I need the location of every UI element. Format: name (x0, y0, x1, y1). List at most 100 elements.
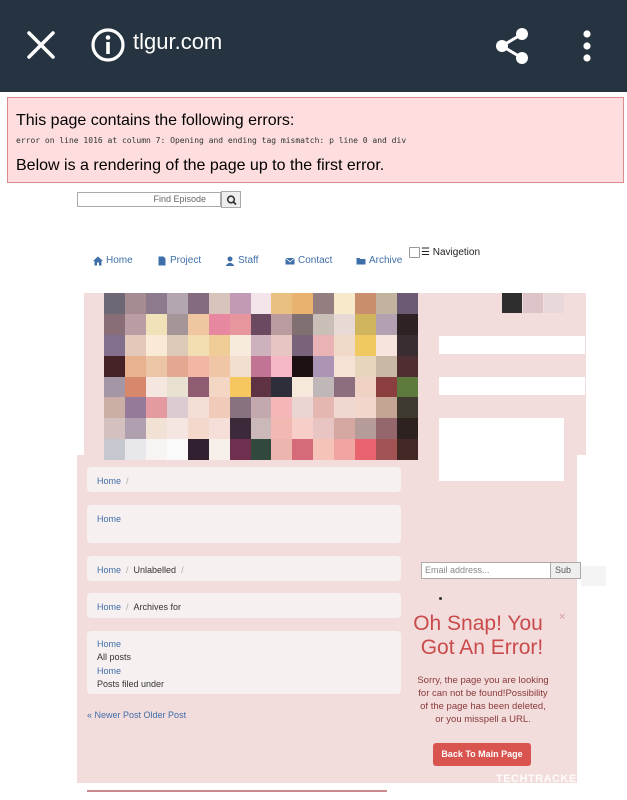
mosaic-tile (250, 418, 272, 440)
mosaic-tile (334, 418, 356, 440)
mosaic-tile (271, 439, 293, 460)
mosaic-tile (124, 334, 146, 356)
search-input[interactable]: Find Episode (77, 192, 221, 207)
mosaic-tile (292, 439, 314, 460)
post-pager: « Newer Post Older Post (87, 710, 186, 720)
breadcrumb-home-link[interactable]: Home (97, 565, 121, 575)
sidebar-widget (439, 377, 585, 395)
breadcrumb-home-link[interactable]: Home (97, 476, 121, 486)
mosaic-tile (313, 397, 335, 419)
mosaic-tile (376, 293, 398, 314)
mosaic-tile (229, 418, 251, 440)
xml-error-box: This page contains the following errors:… (7, 97, 624, 183)
mosaic-tile (124, 418, 146, 440)
mosaic-tile (334, 334, 356, 356)
mosaic-tile (124, 313, 146, 335)
navigation-menu-toggle[interactable]: ☰ Navigetion (421, 247, 480, 258)
mosaic-tile (124, 376, 146, 398)
mosaic-tile (145, 418, 167, 440)
nav-item-contact[interactable]: Contact (285, 255, 332, 266)
close-icon[interactable] (24, 28, 58, 62)
breadcrumb-home-link[interactable]: Home (97, 602, 121, 612)
mosaic-tile (145, 355, 167, 377)
navigation-checkbox[interactable] (409, 247, 420, 258)
url-text[interactable]: tlgur.com (133, 29, 222, 55)
nav-item-archive[interactable]: Archive (356, 255, 402, 266)
subscribe-button[interactable]: Sub (551, 562, 581, 579)
search-button[interactable] (221, 191, 241, 208)
mosaic-tile (376, 334, 398, 356)
mosaic-tile (166, 293, 188, 314)
hamburger-icon: ☰ (421, 247, 430, 258)
mosaic-tile (124, 293, 146, 314)
mosaic-tile (104, 439, 125, 460)
mosaic-tile (104, 355, 125, 377)
mosaic-tile (104, 334, 125, 356)
mosaic-tile (104, 313, 125, 335)
mosaic-tile (145, 334, 167, 356)
dot (439, 597, 442, 600)
subscribe-overflow (581, 566, 606, 586)
info-icon[interactable] (90, 27, 126, 63)
breadcrumb-label: Archives for (133, 602, 182, 612)
mosaic-tile (124, 355, 146, 377)
light-square (523, 293, 543, 313)
mosaic-tile (250, 293, 272, 314)
breadcrumb-home-link[interactable]: Home (97, 666, 121, 676)
mosaic-tile (250, 397, 272, 419)
navigation-label: Navigetion (432, 247, 481, 258)
older-post-link[interactable]: Older Post (144, 710, 187, 720)
mosaic-tile (145, 313, 167, 335)
mosaic-tile (250, 313, 272, 335)
mosaic-tile (229, 397, 251, 419)
breadcrumb: Home All posts Home Posts filed under (87, 631, 401, 694)
mosaic-tile (313, 293, 335, 314)
more-icon[interactable] (573, 28, 601, 64)
nav-item-project[interactable]: Project (157, 255, 201, 266)
error-message-line: Sorry, the page you are looking (417, 675, 549, 686)
mosaic-tile (145, 376, 167, 398)
nav-item-staff[interactable]: Staff (225, 255, 258, 266)
mosaic-tile (313, 418, 335, 440)
breadcrumb-home-link[interactable]: Home (97, 639, 121, 649)
mosaic-tile (334, 439, 356, 460)
sidebar-widget (439, 418, 564, 481)
mosaic-tile (313, 355, 335, 377)
error-detail: error on line 1016 at column 7: Opening … (16, 136, 407, 145)
error-message-line: for can not be found!Possibility (418, 688, 548, 699)
envelope-icon (285, 257, 295, 264)
mosaic-tile (187, 355, 209, 377)
sidebar-widget (439, 336, 585, 354)
mosaic-tile (376, 313, 398, 335)
mosaic-tile (166, 397, 188, 419)
mosaic-tile (397, 397, 418, 419)
mosaic-tile (187, 397, 209, 419)
mosaic-tile (355, 334, 377, 356)
email-field[interactable]: Email address... (421, 562, 551, 579)
mosaic-tile (397, 439, 418, 460)
back-to-main-button[interactable]: Back To Main Page (433, 743, 531, 766)
mosaic-tile (313, 439, 335, 460)
user-icon (225, 256, 235, 266)
light-square (544, 293, 564, 313)
mosaic-tile (104, 418, 125, 440)
close-icon[interactable]: × (559, 611, 565, 623)
mosaic-tile (355, 355, 377, 377)
mosaic-tile (292, 293, 314, 314)
newer-post-link[interactable]: « Newer Post (87, 710, 141, 720)
share-icon[interactable] (493, 26, 531, 66)
error-message-line: of the page has been deleted, (420, 701, 546, 712)
mosaic-tile (187, 293, 209, 314)
mosaic-tile (271, 313, 293, 335)
breadcrumb-home-link[interactable]: Home (97, 514, 121, 524)
mosaic-tile (208, 376, 230, 398)
breadcrumb: Home / Unlabelled / (87, 556, 401, 581)
mosaic-tile (145, 439, 167, 460)
mosaic-tile (292, 313, 314, 335)
mosaic-tile (208, 418, 230, 440)
mosaic-tile (334, 376, 356, 398)
mosaic-tile (187, 334, 209, 356)
nav-item-home[interactable]: Home (93, 255, 133, 266)
mosaic-tile (208, 313, 230, 335)
mosaic-tile (166, 418, 188, 440)
